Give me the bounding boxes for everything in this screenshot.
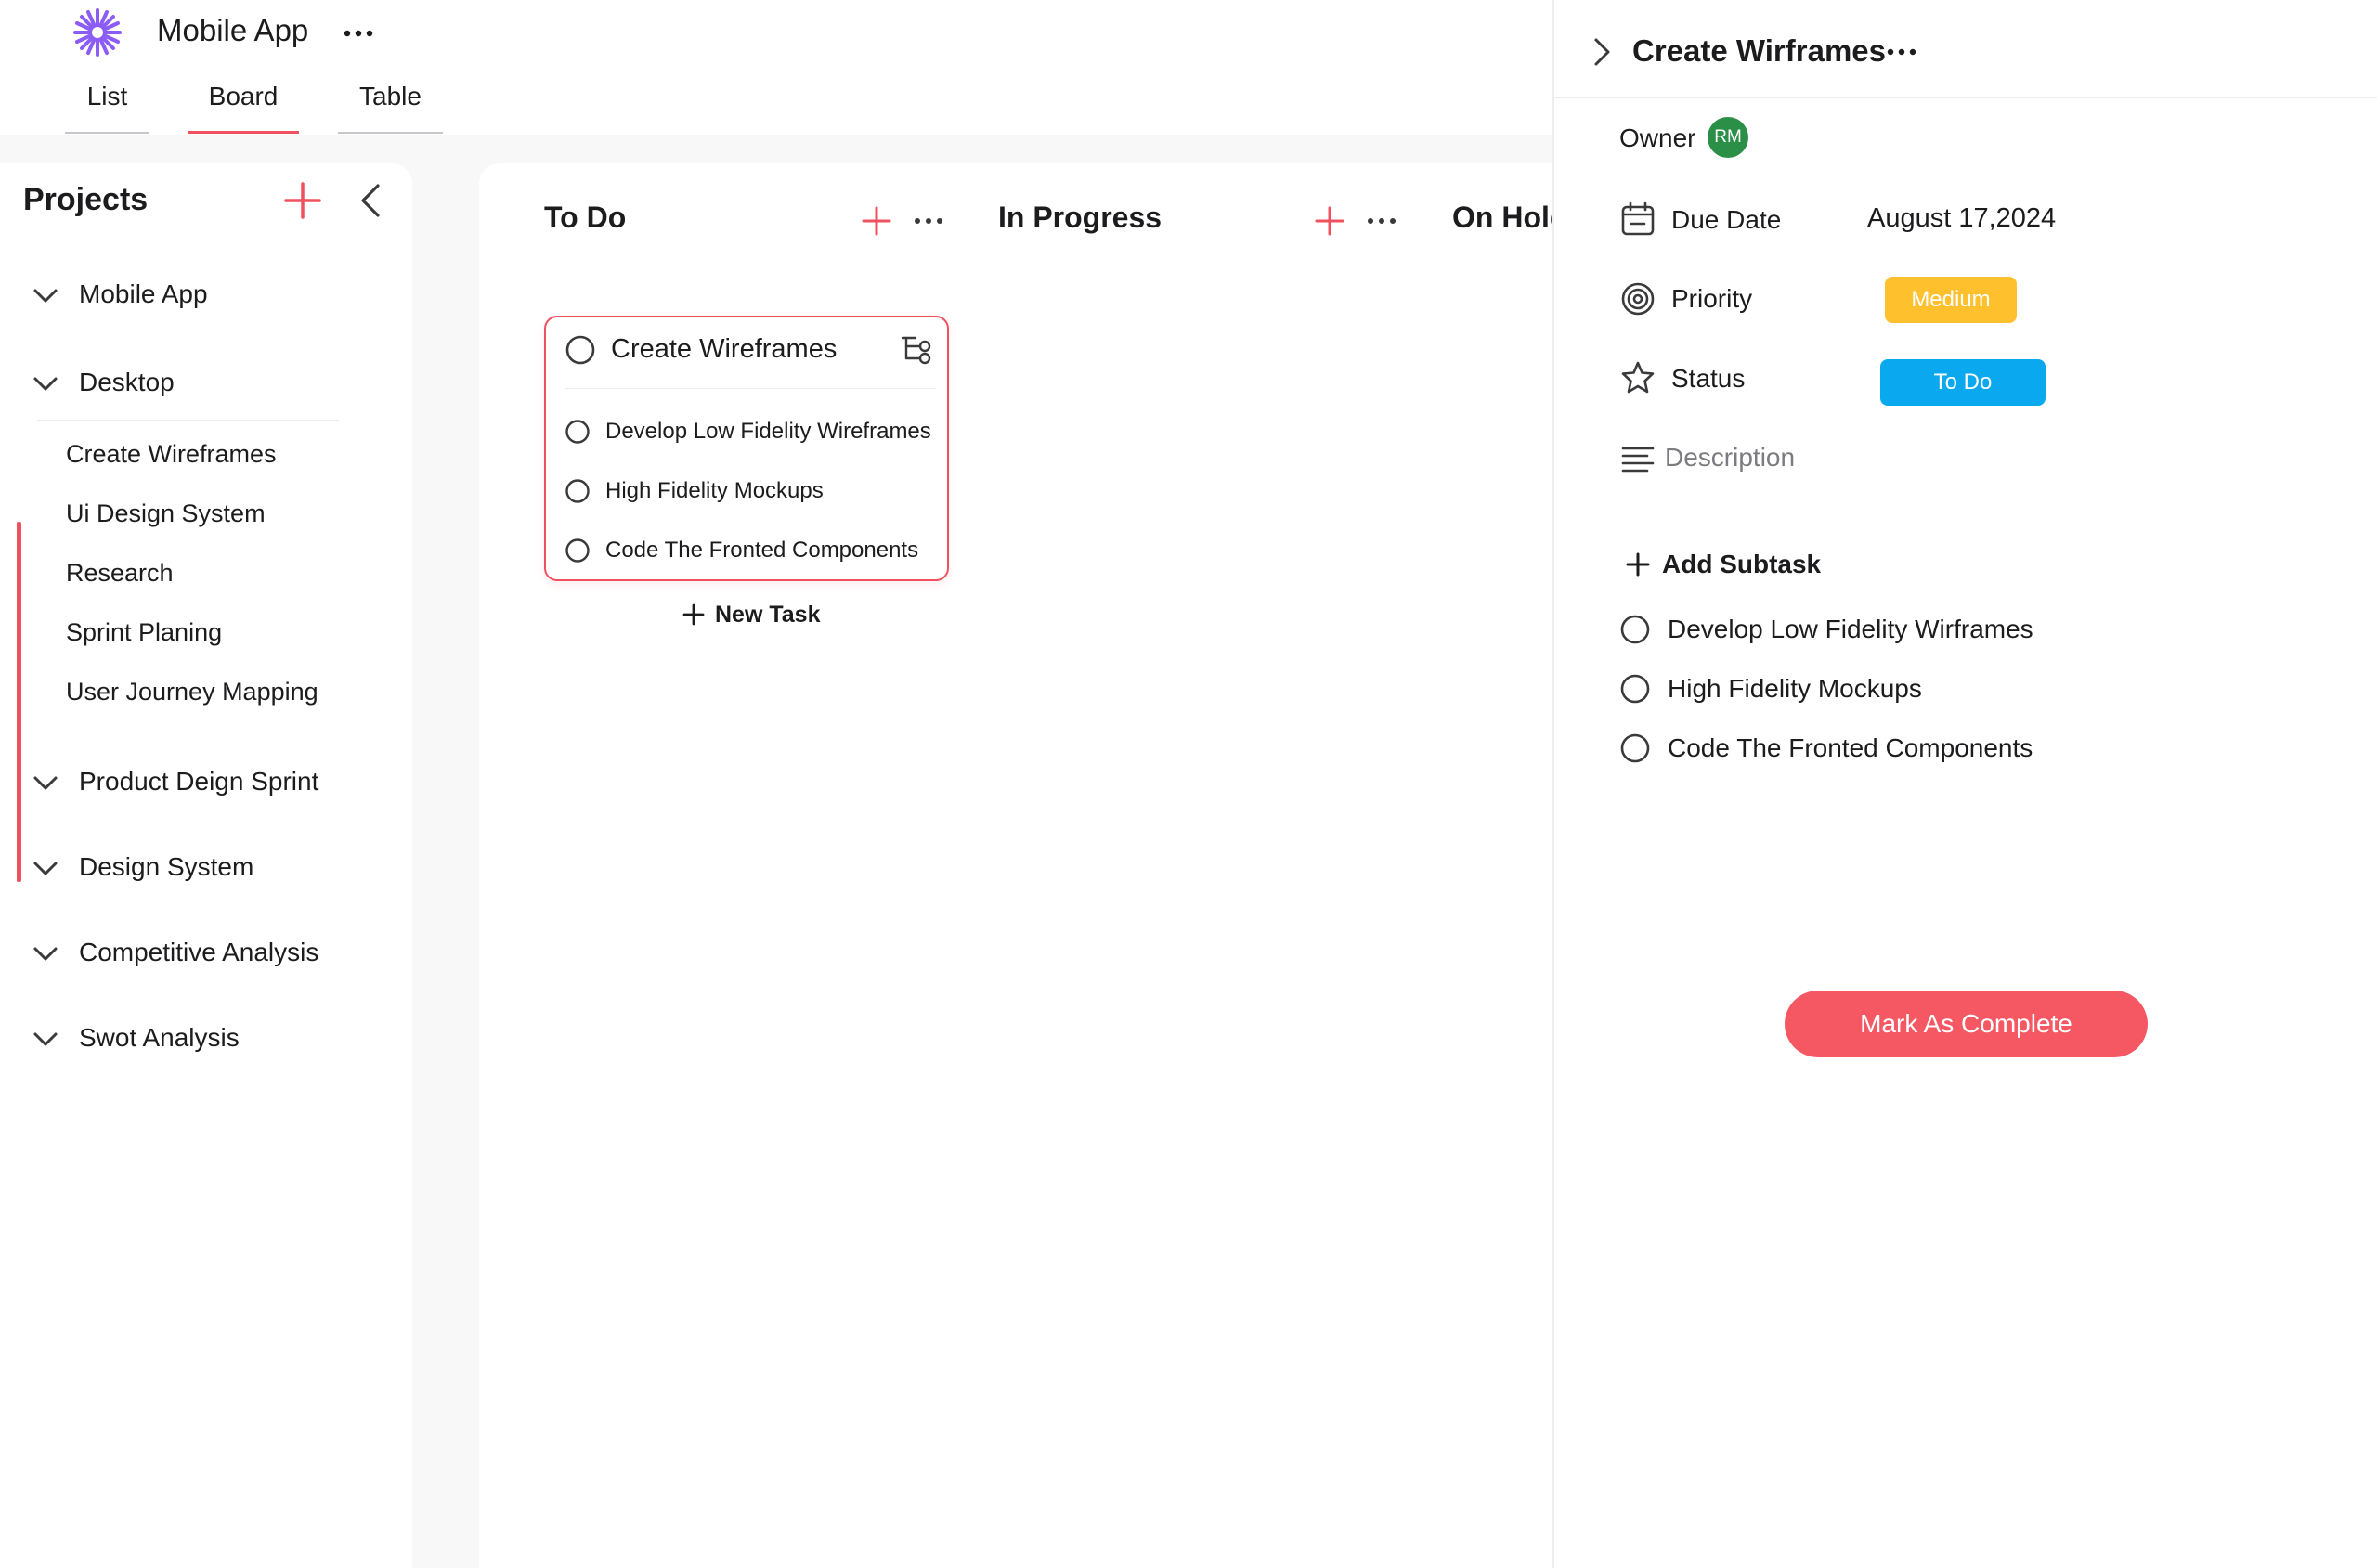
checkbox-circle-icon[interactable] bbox=[1619, 732, 1651, 764]
subtask-tree-icon[interactable] bbox=[899, 332, 934, 368]
sidebar-item-swot-analysis[interactable]: Swot Analysis bbox=[0, 1010, 412, 1066]
due-date-label: Due Date bbox=[1671, 205, 1782, 234]
divider bbox=[1554, 97, 2377, 98]
checkbox-circle-icon[interactable] bbox=[1619, 673, 1651, 705]
checkbox-circle-icon[interactable] bbox=[565, 419, 591, 445]
checkbox-circle-icon[interactable] bbox=[1619, 614, 1651, 645]
more-options-icon[interactable] bbox=[1883, 39, 1920, 65]
sidebar-item-label: Product Deign Sprint bbox=[79, 767, 319, 796]
sidebar-subitem-create-wireframes[interactable]: Create Wireframes bbox=[66, 440, 277, 469]
add-subtask-label: Add Subtask bbox=[1662, 550, 1822, 578]
sidebar-item-competitive-analysis[interactable]: Competitive Analysis bbox=[0, 925, 412, 980]
sidebar-subitem-research[interactable]: Research bbox=[66, 559, 174, 588]
tab-label: Table bbox=[359, 82, 422, 110]
card-subtask-item[interactable]: Develop Low Fidelity Wireframes bbox=[565, 416, 931, 447]
chevron-down-icon bbox=[33, 289, 58, 303]
add-project-icon[interactable] bbox=[282, 180, 323, 221]
detail-subtask-item[interactable]: Develop Low Fidelity Wirframes bbox=[1619, 611, 2033, 648]
column-title-on-hold: On Hold bbox=[1452, 201, 1568, 234]
task-card[interactable]: Create Wireframes Develop Low Fidelity W… bbox=[544, 316, 949, 581]
card-subtask-label: High Fidelity Mockups bbox=[605, 478, 824, 503]
card-subtask-item[interactable]: Code The Fronted Components bbox=[565, 535, 918, 566]
card-subtask-label: Develop Low Fidelity Wireframes bbox=[605, 419, 931, 444]
top-bar: Mobile App List Board Table bbox=[0, 0, 1552, 135]
status-label: Status bbox=[1671, 364, 1746, 393]
text-lines-icon bbox=[1619, 440, 1656, 477]
sidebar-item-desktop[interactable]: Desktop bbox=[0, 355, 412, 410]
tab-board[interactable]: Board bbox=[188, 82, 299, 134]
due-date-value[interactable]: August 17,2024 bbox=[1867, 203, 2056, 234]
avatar[interactable]: RM bbox=[1708, 117, 1748, 158]
column-title-to-do: To Do bbox=[544, 201, 627, 234]
add-task-icon[interactable] bbox=[860, 204, 893, 238]
column-more-icon[interactable] bbox=[910, 210, 947, 232]
chevron-down-icon bbox=[33, 862, 58, 875]
priority-label: Priority bbox=[1671, 284, 1753, 313]
target-icon bbox=[1619, 280, 1656, 317]
plus-icon bbox=[682, 603, 705, 626]
calendar-icon bbox=[1619, 201, 1656, 238]
sidebar-item-label: Mobile App bbox=[79, 279, 208, 308]
detail-subtask-label: Develop Low Fidelity Wirframes bbox=[1668, 615, 2033, 643]
star-badge-icon bbox=[1619, 360, 1656, 397]
board-area: To Do In Progress On Hold Create Wirefra… bbox=[479, 163, 1567, 1568]
add-task-icon[interactable] bbox=[1313, 204, 1346, 238]
tab-label: Board bbox=[208, 82, 279, 110]
divider bbox=[37, 420, 339, 421]
task-detail-panel: Create Wirframes Owner RM Due Date Augus… bbox=[1552, 0, 2377, 1568]
chevron-down-icon bbox=[33, 947, 58, 961]
tab-list[interactable]: List bbox=[65, 82, 149, 134]
chevron-down-icon bbox=[33, 1032, 58, 1046]
card-subtask-label: Code The Fronted Components bbox=[605, 538, 919, 563]
sidebar-subitem-sprint-planing[interactable]: Sprint Planing bbox=[66, 618, 222, 647]
checkbox-circle-icon[interactable] bbox=[565, 538, 591, 564]
chevron-down-icon bbox=[33, 377, 58, 391]
detail-subtask-label: High Fidelity Mockups bbox=[1668, 674, 1922, 703]
priority-badge[interactable]: Medium bbox=[1885, 277, 2017, 323]
sidebar-item-mobile-app[interactable]: Mobile App bbox=[0, 266, 412, 322]
add-subtask-button[interactable]: Add Subtask bbox=[1625, 546, 1821, 583]
task-checkbox-circle-icon[interactable] bbox=[565, 334, 596, 366]
detail-title: Create Wirframes bbox=[1632, 33, 1886, 68]
sidebar-item-label: Swot Analysis bbox=[79, 1023, 240, 1052]
tab-label: List bbox=[86, 82, 128, 110]
column-more-icon[interactable] bbox=[1363, 210, 1400, 232]
sidebar-item-label: Competitive Analysis bbox=[79, 938, 319, 966]
description-field[interactable]: Description bbox=[1665, 443, 1795, 473]
sidebar-subitem-user-journey-mapping[interactable]: User Journey Mapping bbox=[66, 678, 318, 706]
detail-subtask-item[interactable]: High Fidelity Mockups bbox=[1619, 670, 1922, 707]
sidebar-subitem-ui-design-system[interactable]: Ui Design System bbox=[66, 499, 266, 528]
sidebar-item-design-system[interactable]: Design System bbox=[0, 839, 412, 895]
status-badge[interactable]: To Do bbox=[1880, 359, 2046, 406]
owner-label: Owner bbox=[1619, 123, 1696, 152]
card-subtask-item[interactable]: High Fidelity Mockups bbox=[565, 475, 824, 507]
chevron-right-icon[interactable] bbox=[1588, 35, 1616, 69]
detail-subtask-item[interactable]: Code The Fronted Components bbox=[1619, 730, 2033, 767]
plus-icon bbox=[1626, 552, 1650, 577]
chevron-left-icon[interactable] bbox=[356, 182, 385, 219]
projects-sidebar: Projects Mobile App Desktop Create Wiref… bbox=[0, 163, 412, 1568]
column-title-in-progress: In Progress bbox=[998, 201, 1163, 234]
tab-table[interactable]: Table bbox=[338, 82, 443, 134]
mark-as-complete-button[interactable]: Mark As Complete bbox=[1785, 991, 2148, 1057]
app-title: Mobile App bbox=[157, 13, 309, 47]
chevron-down-icon bbox=[33, 776, 58, 790]
sidebar-item-product-deign-sprint[interactable]: Product Deign Sprint bbox=[0, 754, 412, 810]
new-task-label: New Task bbox=[715, 601, 821, 628]
new-task-button[interactable]: New Task bbox=[682, 598, 820, 631]
detail-subtask-label: Code The Fronted Components bbox=[1668, 733, 2033, 762]
sidebar-item-label: Desktop bbox=[79, 368, 175, 396]
task-card-title: Create Wireframes bbox=[611, 334, 838, 364]
sidebar-title: Projects bbox=[23, 182, 149, 217]
divider bbox=[565, 388, 936, 389]
more-options-icon[interactable] bbox=[340, 19, 377, 48]
asterisk-flower-icon bbox=[71, 6, 124, 59]
checkbox-circle-icon[interactable] bbox=[565, 478, 591, 504]
active-group-indicator bbox=[17, 522, 21, 882]
sidebar-item-label: Design System bbox=[79, 852, 254, 881]
